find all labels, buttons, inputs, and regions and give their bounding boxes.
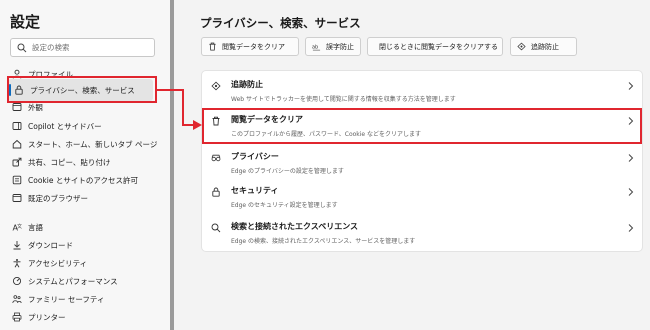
sidebar-title: 設定 <box>10 13 41 31</box>
tracking-icon <box>211 81 221 91</box>
sidebar-item-label: Copilot とサイドバー <box>28 121 102 131</box>
row-title: 検索と接続されたエクスペリエンス <box>231 222 359 231</box>
chevron-right-icon <box>628 224 634 232</box>
clear-on-close-button[interactable]: 閉じるときに閲覧データをクリアする <box>367 37 503 56</box>
glasses-icon <box>211 154 221 162</box>
sidebar-item-system[interactable]: システムとパフォーマンス <box>12 272 162 290</box>
cookie-icon <box>12 175 22 185</box>
row-title: プライバシー <box>231 152 279 161</box>
language-icon: A文 <box>13 223 23 232</box>
sidebar-item-default-browser[interactable]: 既定のブラウザー <box>12 189 162 207</box>
row-title: 追跡防止 <box>231 80 263 89</box>
chevron-right-icon <box>628 82 634 90</box>
trash-icon <box>209 42 216 51</box>
sidebar-item-accessibility[interactable]: アクセシビリティ <box>12 254 162 272</box>
sidebar-item-language[interactable]: A文 言語 <box>12 218 162 236</box>
sidebar-item-label: プリンター <box>28 312 66 322</box>
row-search-services[interactable]: 検索と接続されたエクスペリエンス Edge の検索、接続されたエクスペリエンス、… <box>202 215 644 249</box>
button-label: 閲覧データをクリア <box>222 42 285 51</box>
svg-text:文: 文 <box>17 223 22 230</box>
sidebar-item-label: 共有、コピー、貼り付け <box>28 157 111 167</box>
family-icon <box>12 295 22 304</box>
settings-card: 追跡防止 Web サイトでトラッカーを使用して閲覧に関する情報を収集する方法を管… <box>201 70 643 252</box>
highlight-box-sidebar <box>7 76 157 103</box>
tracking-icon <box>517 42 526 51</box>
button-label: 追跡防止 <box>531 42 559 51</box>
sidebar-item-label: スタート、ホーム、新しいタブ ページ <box>28 139 158 149</box>
home-icon <box>12 139 22 149</box>
sidebar-item-start[interactable]: スタート、ホーム、新しいタブ ページ <box>12 135 162 153</box>
sidebar-item-label: ファミリー セーフティ <box>28 294 105 304</box>
settings-search[interactable] <box>10 38 155 57</box>
sidebar-item-label: システムとパフォーマンス <box>28 276 118 286</box>
typo-icon: ab <box>312 44 321 51</box>
button-label: 誤字防止 <box>326 42 354 51</box>
svg-text:ab: ab <box>312 44 318 50</box>
page-title: プライバシー、検索、サービス <box>200 16 361 30</box>
button-label: 閉じるときに閲覧データをクリアする <box>379 42 498 51</box>
sidebar-item-label: Cookie とサイトのアクセス許可 <box>28 175 138 185</box>
sidebar-icon <box>12 122 22 130</box>
row-privacy[interactable]: プライバシー Edge のプライバシーの設定を管理します <box>202 145 644 179</box>
highlight-box-clear-data <box>202 108 642 144</box>
sidebar-item-label: アクセシビリティ <box>28 258 88 268</box>
clear-browsing-data-button[interactable]: 閲覧データをクリア <box>201 37 299 56</box>
row-tracking-prevention[interactable]: 追跡防止 Web サイトでトラッカーを使用して閲覧に関する情報を収集する方法を管… <box>202 73 644 107</box>
search-input[interactable] <box>32 43 142 52</box>
sidebar-item-label: 既定のブラウザー <box>28 193 88 203</box>
search-icon <box>17 43 27 52</box>
sidebar-item-family[interactable]: ファミリー セーフティ <box>12 290 162 308</box>
lock-icon <box>212 187 220 197</box>
row-title: セキュリティ <box>231 186 279 195</box>
row-description: Edge のプライバシーの設定を管理します <box>231 168 344 175</box>
sidebar-item-label: 外観 <box>28 102 43 112</box>
sidebar-item-printers[interactable]: プリンター <box>12 308 162 326</box>
appearance-icon <box>12 103 22 111</box>
sidebar-item-cookies[interactable]: Cookie とサイトのアクセス許可 <box>12 171 162 189</box>
typo-protection-button[interactable]: ab 誤字防止 <box>305 37 361 56</box>
chevron-right-icon <box>628 154 634 162</box>
sidebar: 設定 プロファイル プライバシー、検索、サービス 外観 Copilot とサイド… <box>0 0 170 330</box>
accessibility-icon <box>13 259 21 268</box>
row-description: Web サイトでトラッカーを使用して閲覧に関する情報を収集する方法を管理します <box>231 96 456 103</box>
printer-icon <box>12 312 22 322</box>
search-icon <box>211 223 221 233</box>
browser-icon <box>12 194 22 202</box>
row-description: Edge のセキュリティ設定を管理します <box>231 202 338 209</box>
download-icon <box>13 241 21 250</box>
row-security[interactable]: セキュリティ Edge のセキュリティ設定を管理します <box>202 179 644 213</box>
chevron-right-icon <box>628 188 634 196</box>
system-icon <box>12 276 22 286</box>
sidebar-item-label: 言語 <box>28 222 43 232</box>
share-icon <box>12 157 22 167</box>
sidebar-item-share[interactable]: 共有、コピー、貼り付け <box>12 153 162 171</box>
sidebar-item-copilot[interactable]: Copilot とサイドバー <box>12 117 162 135</box>
sidebar-item-label: ダウンロード <box>28 240 73 250</box>
row-description: Edge の検索、接続されたエクスペリエンス、サービスを管理します <box>231 238 416 245</box>
sidebar-item-downloads[interactable]: ダウンロード <box>12 236 162 254</box>
main-content: プライバシー、検索、サービス 閲覧データをクリア ab 誤字防止 閉じるときに閲… <box>174 0 650 330</box>
tracking-prevention-button[interactable]: 追跡防止 <box>510 37 577 56</box>
